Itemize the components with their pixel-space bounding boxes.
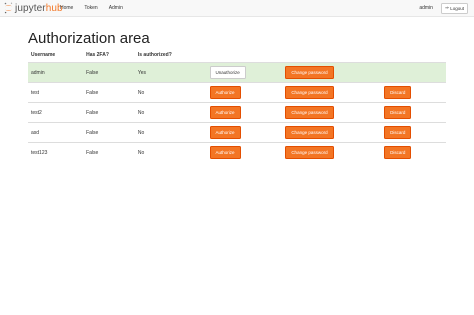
cell-is-authorized: No xyxy=(134,142,207,162)
authorize-button[interactable]: Authorize xyxy=(209,106,241,119)
navbar: jupyterhub Home Token Admin admin ⇒ Logo… xyxy=(0,0,474,17)
discard-button[interactable]: Discard xyxy=(384,146,412,159)
discard-button[interactable]: Discard xyxy=(384,126,412,139)
table-row: asd False No Authorize Change password D… xyxy=(28,122,446,143)
cell-username: test2 xyxy=(28,102,84,123)
logo-text: jupyter xyxy=(15,2,46,14)
header-username: Username xyxy=(28,48,84,63)
nav-link-token[interactable]: Token xyxy=(84,5,97,11)
cell-username: test xyxy=(28,82,84,103)
page-title: Authorization area xyxy=(28,30,150,47)
change-password-button[interactable]: Change password xyxy=(285,146,334,159)
header-is-authorized: Is authorized? xyxy=(134,48,207,63)
discard-button[interactable]: Discard xyxy=(384,86,412,99)
cell-has-2fa: False xyxy=(83,82,135,103)
authorize-button[interactable]: Authorize xyxy=(209,86,241,99)
cell-is-authorized: Yes xyxy=(134,62,207,83)
cell-is-authorized: No xyxy=(134,122,207,143)
cell-has-2fa: False xyxy=(83,62,135,83)
authorize-button[interactable]: Authorize xyxy=(209,126,241,139)
nav-links: Home Token Admin xyxy=(60,0,134,16)
cell-username: admin xyxy=(28,62,84,83)
logout-label: Logout xyxy=(450,5,464,11)
header-has-2fa: Has 2FA? xyxy=(83,48,135,63)
change-password-button[interactable]: Change password xyxy=(285,106,334,119)
logout-button[interactable]: ⇒ Logout xyxy=(440,2,468,14)
jupyterhub-logo[interactable]: jupyterhub xyxy=(4,1,63,15)
table-row: test2 False No Authorize Change password… xyxy=(28,102,446,123)
current-user: admin xyxy=(419,5,433,11)
nav-link-admin[interactable]: Admin xyxy=(109,5,123,11)
cell-is-authorized: No xyxy=(134,82,207,103)
jupyter-logo-icon xyxy=(4,2,13,14)
cell-has-2fa: False xyxy=(83,102,135,123)
discard-button[interactable]: Discard xyxy=(384,106,412,119)
nav-right: admin ⇒ Logout xyxy=(419,0,468,16)
cell-username: asd xyxy=(28,122,84,143)
cell-username: test123 xyxy=(28,142,84,162)
cell-is-authorized: No xyxy=(134,102,207,123)
nav-link-home[interactable]: Home xyxy=(60,5,73,11)
users-table: Username Has 2FA? Is authorized? admin F… xyxy=(28,48,446,162)
table-row: test123 False No Authorize Change passwo… xyxy=(28,142,446,162)
cell-has-2fa: False xyxy=(83,142,135,162)
table-header-row: Username Has 2FA? Is authorized? xyxy=(28,48,446,63)
table-row: test False No Authorize Change password … xyxy=(28,82,446,103)
sign-out-icon: ⇒ xyxy=(444,5,449,10)
authorize-button[interactable]: Authorize xyxy=(209,146,241,159)
unauthorize-button[interactable]: Unauthorize xyxy=(209,66,246,79)
change-password-button[interactable]: Change password xyxy=(285,86,334,99)
change-password-button[interactable]: Change password xyxy=(285,126,334,139)
table-row: admin False Yes Unauthorize Change passw… xyxy=(28,62,446,83)
cell-has-2fa: False xyxy=(83,122,135,143)
change-password-button[interactable]: Change password xyxy=(285,66,334,79)
